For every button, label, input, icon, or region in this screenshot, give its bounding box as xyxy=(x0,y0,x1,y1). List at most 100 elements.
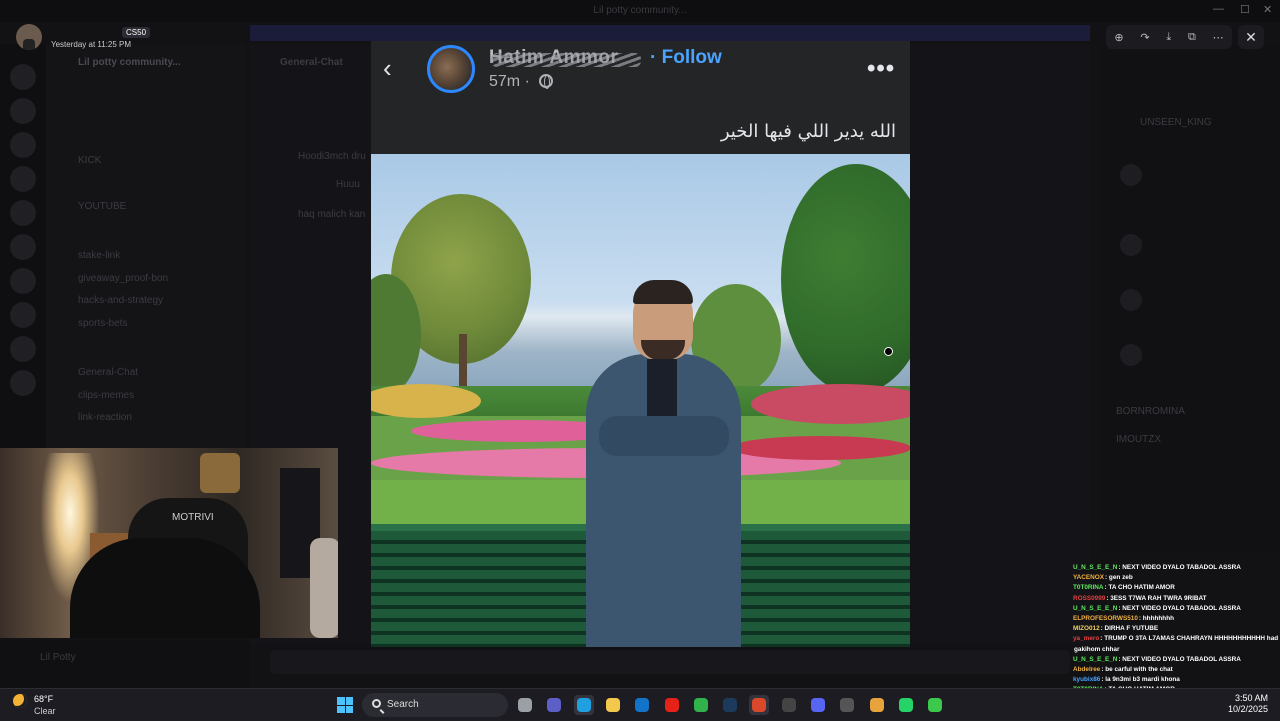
weather-temperature[interactable]: 68°F xyxy=(34,694,53,704)
vase xyxy=(310,538,338,638)
taskbar-search[interactable]: Search xyxy=(362,693,508,717)
chat-username: YACENOX xyxy=(1073,574,1105,582)
flower-bed xyxy=(731,436,910,460)
search-label: Search xyxy=(387,699,419,710)
server-icon[interactable] xyxy=(10,268,36,294)
explorer-icon[interactable] xyxy=(603,695,623,715)
download-icon[interactable]: ⤓ xyxy=(1166,31,1171,44)
cursor-icon xyxy=(884,347,893,356)
channel-item[interactable]: KICK xyxy=(78,155,101,166)
channel-item[interactable]: YOUTUBE xyxy=(78,201,126,212)
stream-chat-message: gakihom chhar xyxy=(1073,645,1278,655)
channel-item[interactable]: hacks-and-strategy xyxy=(78,295,163,306)
clock-time: 3:50 AM xyxy=(1234,693,1268,703)
chat-message: Hoodi3mch dru xyxy=(298,151,366,162)
channel-item[interactable]: link-reaction xyxy=(78,412,132,423)
member-avatar[interactable] xyxy=(1120,289,1142,311)
chat-text: : la 9n3mi b3 mardi khona xyxy=(1101,676,1180,684)
server-icon[interactable] xyxy=(10,64,36,90)
outlook-icon[interactable] xyxy=(632,695,652,715)
post-photo[interactable] xyxy=(371,154,910,647)
author-avatar[interactable] xyxy=(427,45,475,93)
member-avatar[interactable] xyxy=(1120,344,1142,366)
message-input[interactable] xyxy=(270,650,1070,674)
taskbar: 68°F Clear Search 3:50 AM 10/2/2025 xyxy=(0,688,1280,721)
red-app-icon[interactable] xyxy=(749,695,770,715)
edge-icon[interactable] xyxy=(573,695,594,715)
channel-item[interactable]: giveaway_proof-bon xyxy=(78,273,168,284)
teams-icon[interactable] xyxy=(544,695,564,715)
stream-chat-message: kyubix86: la 9n3mi b3 mardi khona xyxy=(1073,675,1278,685)
minimize-icon[interactable]: — xyxy=(1213,3,1224,15)
member-avatar[interactable] xyxy=(1120,234,1142,256)
chat-message: Huuu xyxy=(336,179,360,190)
chat-username: ROSS0999 xyxy=(1073,594,1106,602)
server-name[interactable]: Lil potty community... xyxy=(78,57,181,68)
more-options-icon[interactable]: ••• xyxy=(867,55,895,83)
member-name[interactable]: UNSEEN_KING xyxy=(1140,117,1212,128)
obs-icon[interactable] xyxy=(779,695,799,715)
scribble-overlay xyxy=(491,53,641,67)
server-icon[interactable] xyxy=(10,166,36,192)
task-view-icon[interactable] xyxy=(515,695,535,715)
member-name[interactable]: IMOUTZX xyxy=(1116,434,1161,445)
stream-chat-message: U_N_S_E_E_N: NEXT VIDEO DYALO TABADOL AS… xyxy=(1073,655,1278,665)
server-icon[interactable] xyxy=(10,302,36,328)
close-viewer-button[interactable]: ✕ xyxy=(1238,25,1264,49)
member-name[interactable]: BORNROMINA xyxy=(1116,406,1185,417)
discord-icon[interactable] xyxy=(808,695,828,715)
channel-item[interactable]: clips-memes xyxy=(78,390,134,401)
server-icon[interactable] xyxy=(10,336,36,362)
weather-description[interactable]: Clear xyxy=(34,706,56,716)
server-icon[interactable] xyxy=(10,98,36,124)
system-clock[interactable]: 3:50 AM 10/2/2025 xyxy=(1228,693,1268,715)
windows-start-icon[interactable] xyxy=(337,697,353,713)
chat-text: : DIRHA F YUTUBE xyxy=(1100,625,1159,633)
chair-logo: MOTRIVI xyxy=(172,512,214,523)
chat-username: U_N_S_E_E_N xyxy=(1073,604,1118,612)
chrome-icon[interactable] xyxy=(867,695,887,715)
open-external-icon[interactable]: ⧉ xyxy=(1188,31,1196,44)
message-timestamp: Yesterday at 11:25 PM xyxy=(51,40,132,49)
follow-button[interactable]: · Follow xyxy=(650,47,722,69)
chat-header: General-Chat xyxy=(280,57,343,68)
chat-text: : NEXT VIDEO DYALO TABADOL ASSRA xyxy=(1118,604,1241,612)
window-close-icon[interactable]: ✕ xyxy=(1263,3,1272,16)
webcam-feed: MOTRIVI xyxy=(0,448,338,638)
chat-text: : TRUMP O 3TA L7AMAS CHAHRAYN HHHHHHHHHH… xyxy=(1100,635,1278,643)
status-badge: CS50 xyxy=(122,27,151,38)
stream-chat-message: YACENOX: gen zeb xyxy=(1073,573,1278,583)
whatsapp-icon[interactable] xyxy=(896,695,916,715)
chat-text: : 3ESS T7WA RAH TWRA 9RIBAT xyxy=(1106,594,1207,602)
member-avatar[interactable] xyxy=(1120,164,1142,186)
channel-item[interactable]: General-Chat xyxy=(78,367,138,378)
dark-app-icon[interactable] xyxy=(837,695,857,715)
notice-banner xyxy=(250,25,1090,41)
moon-weather-icon[interactable] xyxy=(13,694,27,708)
chat-text: : TA CHO HATIM AMOR xyxy=(1104,584,1175,592)
more-options-icon[interactable]: ⋯ xyxy=(1213,31,1224,44)
stream-chat-message: ya_mero: TRUMP O 3TA L7AMAS CHAHRAYN HHH… xyxy=(1073,634,1278,644)
server-icon[interactable] xyxy=(10,370,36,396)
server-icon[interactable] xyxy=(10,200,36,226)
window-titlebar: Lil potty community... — ☐ ✕ xyxy=(0,0,1280,22)
separator-dot: · xyxy=(524,73,530,90)
post-caption: الله يدير اللي فيها الخير xyxy=(720,121,896,142)
maximize-icon[interactable]: ☐ xyxy=(1240,3,1250,16)
green-app-icon[interactable] xyxy=(691,695,711,715)
steam-icon[interactable] xyxy=(720,695,740,715)
channel-item[interactable]: stake-link xyxy=(78,250,120,261)
chat-message: haq malich kan xyxy=(298,209,366,220)
green-chat-icon[interactable] xyxy=(925,695,945,715)
back-arrow-icon[interactable]: ‹ xyxy=(383,55,392,81)
stream-chat-message: ROSS0999: 3ESS T7WA RAH TWRA 9RIBAT xyxy=(1073,594,1278,604)
server-icon[interactable] xyxy=(10,234,36,260)
server-icon[interactable] xyxy=(10,132,36,158)
chat-username: Abdelree xyxy=(1073,666,1101,674)
channel-item[interactable]: sports-bets xyxy=(78,318,127,329)
avatar[interactable] xyxy=(16,24,42,50)
forward-icon[interactable]: ↷ xyxy=(1140,31,1149,44)
zoom-icon[interactable]: ⊕ xyxy=(1114,31,1123,44)
crossed-arms xyxy=(599,416,729,456)
youtube-icon[interactable] xyxy=(662,695,682,715)
